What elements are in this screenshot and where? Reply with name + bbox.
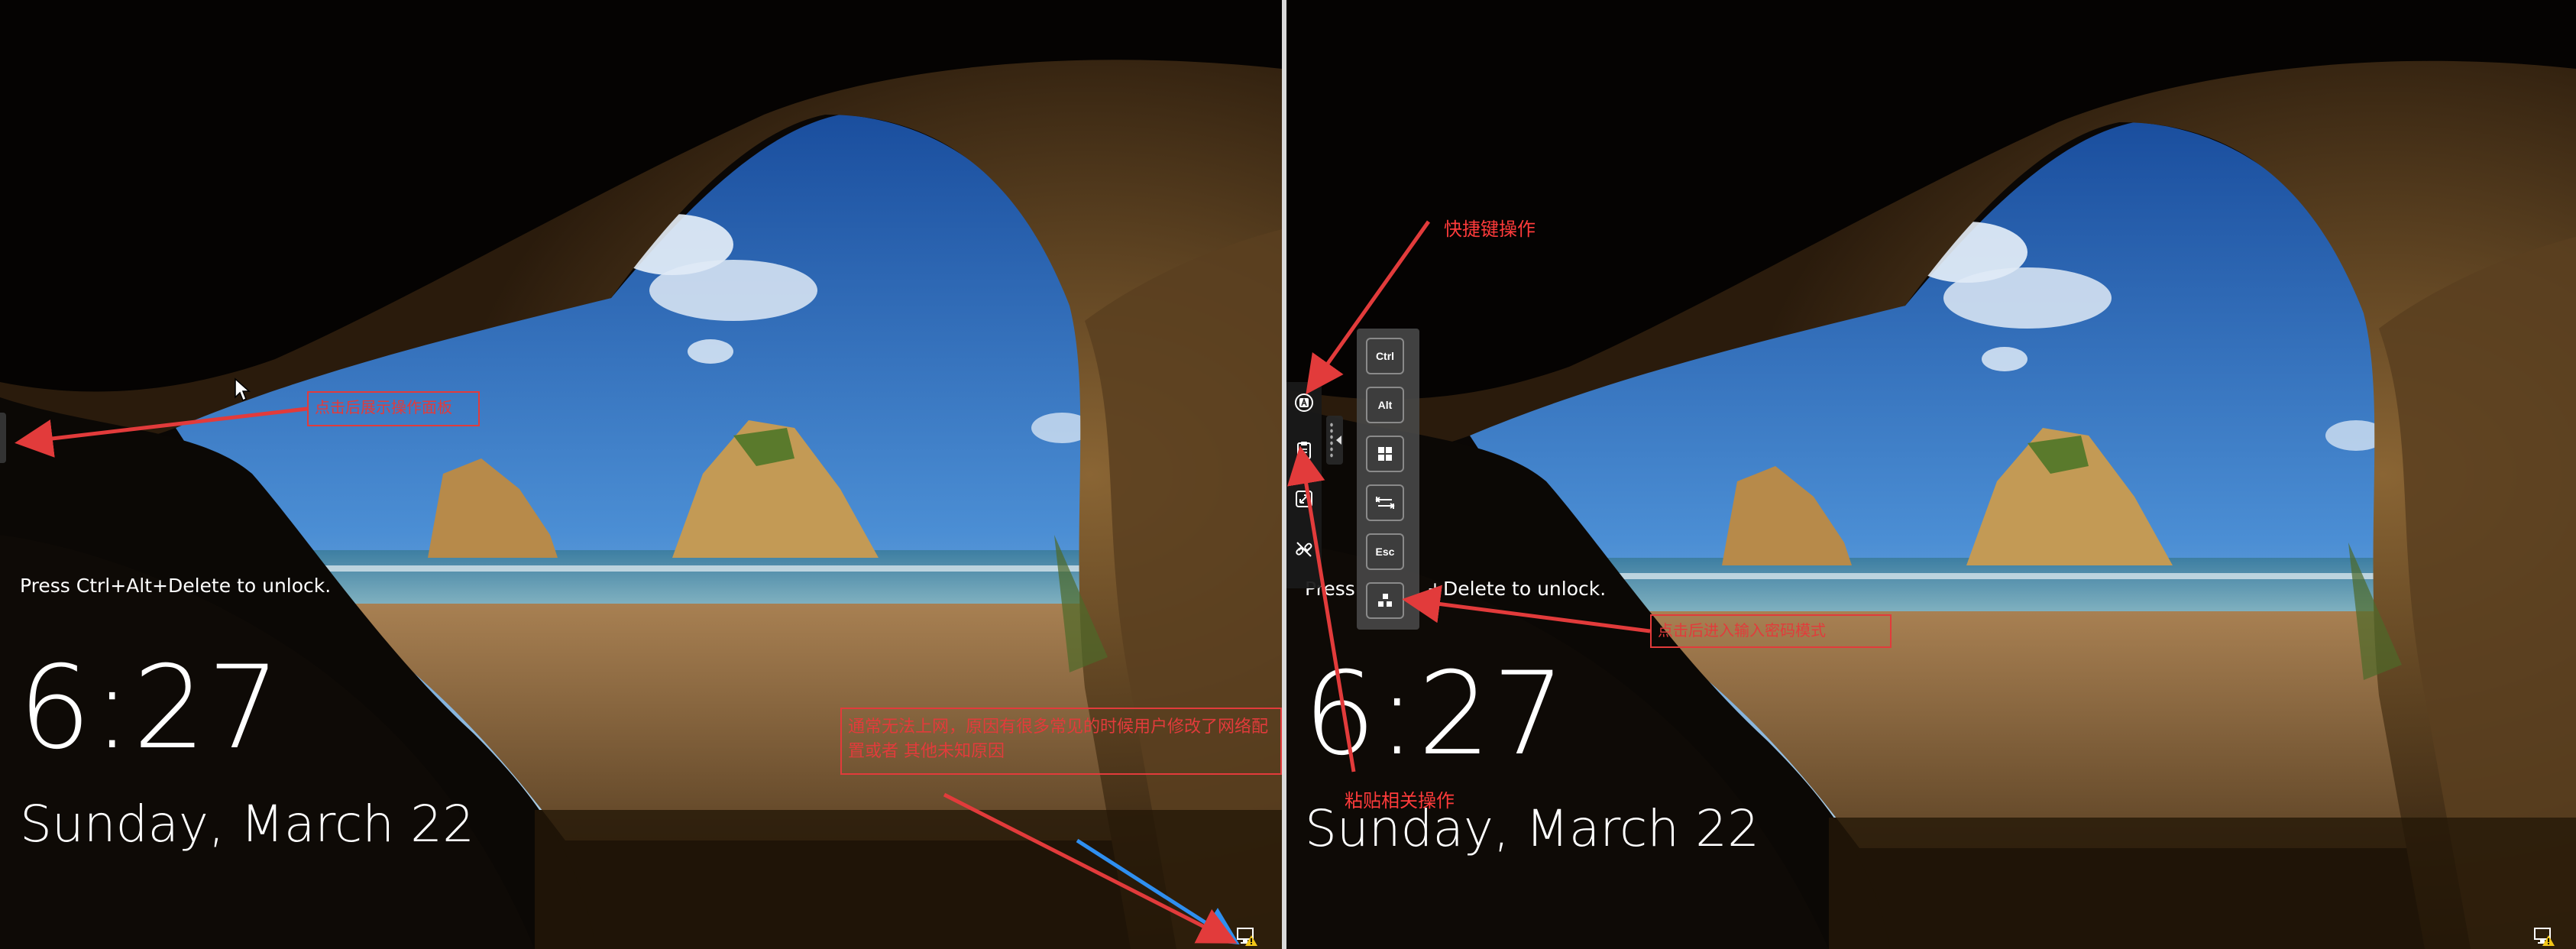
password-mode-icon (1378, 594, 1392, 607)
shortcut-operations-label: 快捷键操作 (1444, 219, 1536, 240)
unlock-hint: Press Ctrl+Alt+Delete to unlock. (20, 575, 332, 597)
unlink-icon (1296, 542, 1312, 557)
ctrl-key-button[interactable]: Ctrl (1366, 338, 1404, 374)
win-key-button[interactable] (1366, 436, 1404, 472)
paste-operations-label: 粘贴相关操作 (1345, 790, 1455, 811)
clipboard-icon (1297, 442, 1311, 459)
network-callout: 通常无法上网，原因有很多常见的时候用户修改了网络配置或者 其他未知原因 (840, 708, 1282, 775)
alt-key-button[interactable]: Alt (1366, 387, 1404, 423)
lock-time: 6:27 (1303, 648, 1567, 781)
lock-screen-left: Press Ctrl+Alt+Delete to unlock. 6:27 Su… (0, 0, 1282, 949)
esc-key-button[interactable]: Esc (1366, 533, 1404, 570)
network-status-icon[interactable] (1236, 926, 1259, 946)
resize-icon (1296, 491, 1312, 507)
disconnect-button[interactable] (1291, 536, 1317, 562)
collapse-arrow-icon (1336, 436, 1341, 445)
shortcut-key-panel: Ctrl Alt Esc (1357, 329, 1419, 630)
left-edge-callout: 点击后展示操作面板 (307, 391, 480, 426)
tab-icon (1375, 497, 1395, 509)
keyboard-shortcut-button[interactable] (1291, 390, 1317, 416)
resize-button[interactable] (1291, 486, 1317, 512)
lock-time: 6:27 (18, 642, 282, 775)
clipboard-button[interactable] (1291, 437, 1317, 463)
left-edge-handle[interactable] (0, 413, 6, 463)
lock-date: Sunday, March 22 (20, 795, 475, 853)
tab-key-button[interactable] (1366, 484, 1404, 521)
password-mode-button[interactable] (1366, 582, 1404, 619)
grip-dots-icon (1329, 422, 1334, 458)
network-status-icon[interactable] (2533, 926, 2556, 946)
mouse-cursor-icon (235, 377, 251, 402)
password-mode-callout: 点击后进入输入密码模式 (1650, 614, 1892, 648)
lock-screen-right: Press +Delete to unlock. 6:27 Sunday, Ma… (1286, 0, 2576, 949)
keyboard-a-icon (1295, 394, 1313, 412)
side-toolbar (1286, 382, 1322, 588)
win-logo-icon (1378, 447, 1392, 461)
unlock-hint-right-part: +Delete to unlock. (1427, 578, 1607, 600)
toolbar-collapse-handle[interactable] (1326, 416, 1343, 465)
